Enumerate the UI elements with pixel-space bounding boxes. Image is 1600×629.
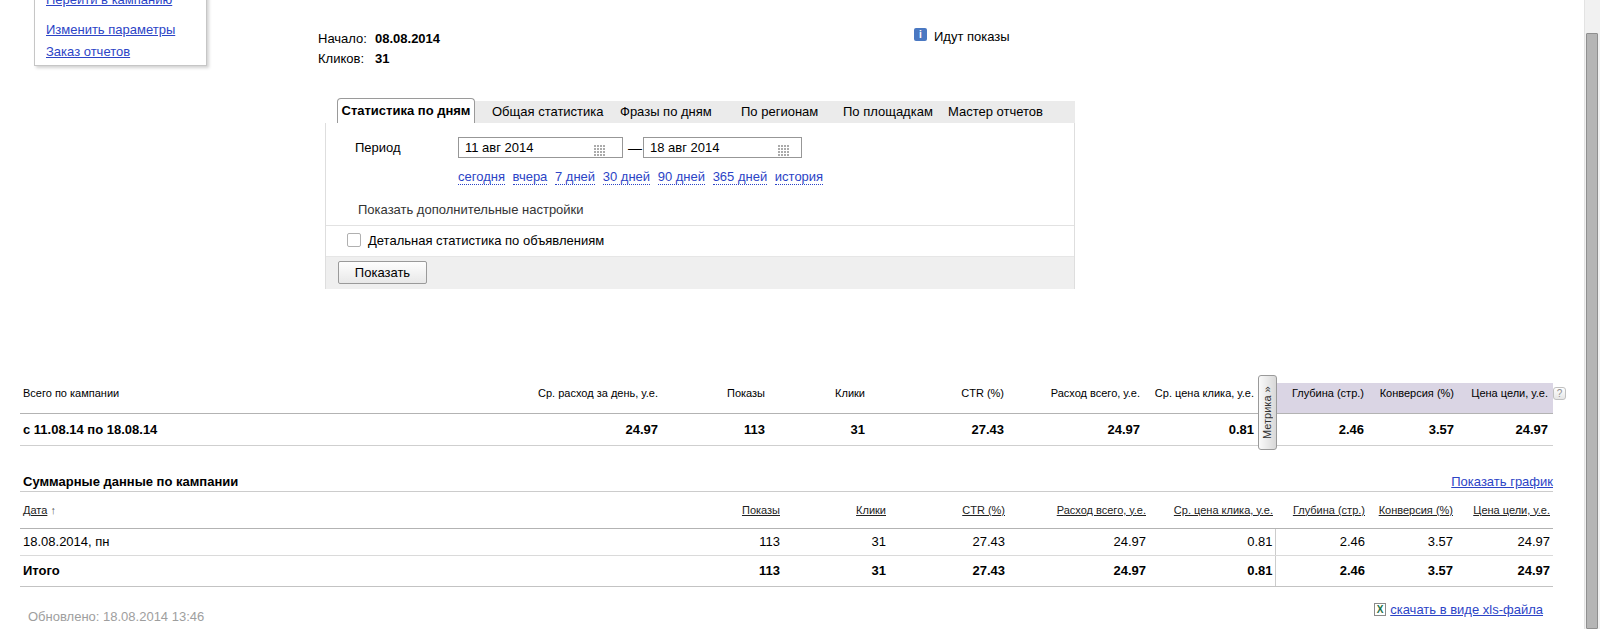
tab-statistics-by-day[interactable]: Статистика по дням xyxy=(337,98,475,124)
detailed-statistics-checkbox[interactable] xyxy=(347,233,361,247)
sort-arrow-icon: ↑ xyxy=(50,504,56,516)
sort-goal-price[interactable]: Цена цели, у.е. xyxy=(1473,504,1550,516)
summary-table-title: Суммарные данные по кампании xyxy=(23,474,238,489)
tab-by-regions[interactable]: По регионам xyxy=(741,104,818,119)
range-30-days[interactable]: 30 дней xyxy=(603,169,650,185)
sort-clicks[interactable]: Клики xyxy=(856,504,886,516)
tab-by-platforms[interactable]: По площадкам xyxy=(843,104,933,119)
download-xls-link[interactable]: скачать в виде xls-файла xyxy=(1390,602,1543,617)
filter-footer xyxy=(326,256,1074,289)
excel-icon: X xyxy=(1373,602,1390,617)
summary-table: Дата ↑ Показы Клики CTR (%) Расход всего… xyxy=(20,492,1553,587)
svg-text:X: X xyxy=(1377,604,1384,615)
start-label: Начало: xyxy=(318,31,375,46)
sort-depth[interactable]: Глубина (стр.) xyxy=(1293,504,1365,516)
campaign-menu: Перейти в кампанию Изменить параметры За… xyxy=(34,0,207,66)
campaign-status: Идут показы xyxy=(934,29,1010,44)
sort-total-cost[interactable]: Расход всего, у.е. xyxy=(1057,504,1146,516)
calendar-icon[interactable] xyxy=(778,142,790,153)
vertical-scrollbar-thumb[interactable] xyxy=(1586,33,1598,629)
menu-link-order-reports[interactable]: Заказ отчетов xyxy=(46,44,130,59)
col-impressions: Показы xyxy=(660,383,767,413)
range-365-days[interactable]: 365 дней xyxy=(713,169,768,185)
campaign-start-row: Начало:08.08.2014 xyxy=(318,31,440,46)
quick-ranges: сегодня вчера 7 дней 30 дней 90 дней 365… xyxy=(458,169,827,184)
totals-depth: 2.46 xyxy=(1277,413,1366,445)
calendar-icon[interactable] xyxy=(594,142,606,153)
range-yesterday[interactable]: вчера xyxy=(513,169,548,185)
col-conversion: Конверсия (%) xyxy=(1366,383,1456,413)
col-avg-click-price: Ср. цена клика, у.е. xyxy=(1142,383,1256,413)
help-icon[interactable]: ? xyxy=(1553,387,1566,400)
col-avg-day-cost: Ср. расход за день, у.е. xyxy=(460,383,660,413)
totals-clicks: 31 xyxy=(767,413,867,445)
range-separator: — xyxy=(628,140,642,156)
period-label: Период xyxy=(355,140,401,155)
totals-conversion: 3.57 xyxy=(1366,413,1456,445)
total-row: Итого 113 31 27.43 24.97 0.81 2.46 3.57 … xyxy=(20,555,1553,586)
tab-general-statistics[interactable]: Общая статистика xyxy=(492,104,604,119)
col-goal-price: Цена цели, у.е. xyxy=(1456,383,1553,413)
sort-avg-click-price[interactable]: Ср. цена клика, у.е. xyxy=(1174,504,1273,516)
show-chart-link[interactable]: Показать график xyxy=(1451,474,1553,489)
totals-avg-day-cost: 24.97 xyxy=(460,413,660,445)
info-icon[interactable]: i xyxy=(914,28,927,41)
totals-total-cost: 24.97 xyxy=(1006,413,1142,445)
sort-date[interactable]: Дата xyxy=(23,504,47,516)
sort-ctr[interactable]: CTR (%) xyxy=(962,504,1005,516)
start-value: 08.08.2014 xyxy=(375,31,440,46)
download-xls: Xскачать в виде xls-файла xyxy=(1373,602,1543,617)
table-row: 18.08.2014, пн 113 31 27.43 24.97 0.81 2… xyxy=(20,528,1553,555)
menu-link-edit-params[interactable]: Изменить параметры xyxy=(46,22,175,37)
range-90-days[interactable]: 90 дней xyxy=(658,169,705,185)
totals-avg-click-price: 0.81 xyxy=(1142,413,1256,445)
campaign-clicks-row: Кликов:31 xyxy=(318,51,389,66)
range-history[interactable]: история xyxy=(775,169,823,185)
clicks-value: 31 xyxy=(375,51,389,66)
advanced-settings-toggle[interactable]: Показать дополнительные настройки xyxy=(358,202,584,217)
detailed-statistics-label[interactable]: Детальная статистика по объявлениям xyxy=(368,233,604,248)
totals-impressions: 113 xyxy=(660,413,767,445)
tab-report-master[interactable]: Мастер отчетов xyxy=(948,104,1043,119)
col-clicks: Клики xyxy=(767,383,867,413)
totals-table: Всего по кампании Ср. расход за день, у.… xyxy=(20,383,1553,446)
totals-row-label: с 11.08.14 по 18.08.14 xyxy=(20,413,460,445)
range-today[interactable]: сегодня xyxy=(458,169,505,185)
sort-impressions[interactable]: Показы xyxy=(742,504,780,516)
show-button[interactable]: Показать xyxy=(338,261,427,284)
totals-table-title: Всего по кампании xyxy=(20,383,460,413)
clicks-label: Кликов: xyxy=(318,51,375,66)
totals-ctr: 27.43 xyxy=(867,413,1006,445)
range-7-days[interactable]: 7 дней xyxy=(555,169,595,185)
tab-phrases-by-day[interactable]: Фразы по дням xyxy=(620,104,712,119)
col-depth: Глубина (стр.) xyxy=(1277,383,1366,413)
metrika-tab[interactable]: Метрика » xyxy=(1258,375,1277,450)
divider xyxy=(326,225,1074,226)
col-ctr: CTR (%) xyxy=(867,383,1006,413)
col-total-cost: Расход всего, у.е. xyxy=(1006,383,1142,413)
sort-conversion[interactable]: Конверсия (%) xyxy=(1379,504,1453,516)
menu-link-goto-campaign[interactable]: Перейти в кампанию xyxy=(46,0,172,7)
totals-goal-price: 24.97 xyxy=(1456,413,1553,445)
updated-timestamp: Обновлено: 18.08.2014 13:46 xyxy=(28,609,204,624)
